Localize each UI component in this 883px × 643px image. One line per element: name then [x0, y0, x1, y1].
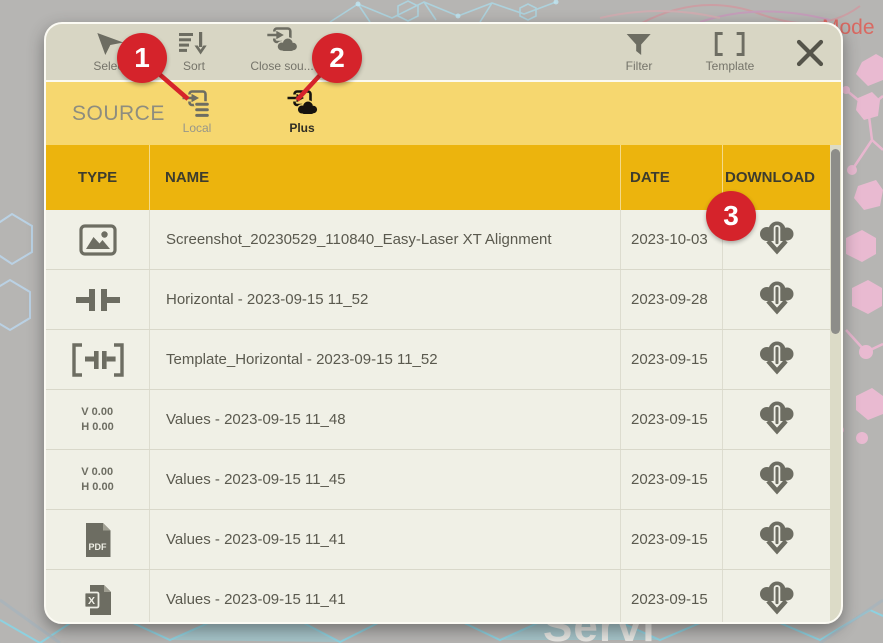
file-date: 2023-09-28 [620, 270, 722, 329]
source-browser-dialog: Select Sort Close sou... Filter Template [44, 22, 843, 624]
pdf-icon: PDF [46, 510, 149, 569]
coupling-icon [46, 270, 149, 329]
sort-label: Sort [183, 59, 205, 73]
file-date: 2023-09-15 [620, 330, 722, 389]
download-button[interactable] [755, 219, 799, 260]
close-dialog-button[interactable] [788, 34, 832, 74]
file-date: 2023-09-15 [620, 510, 722, 569]
table-body: Screenshot_20230529_110840_Easy-Laser XT… [46, 210, 841, 622]
header-download: DOWNLOAD [716, 169, 824, 186]
table-row[interactable]: V 0.00H 0.00 Values - 2023-09-15 11_45 2… [46, 450, 841, 510]
callout-badge-3: 3 [706, 191, 756, 241]
local-label: Local [183, 121, 212, 135]
vertical-scrollbar[interactable] [830, 145, 841, 622]
file-date: 2023-09-15 [620, 390, 722, 449]
table-row[interactable]: V 0.00H 0.00 Values - 2023-09-15 11_48 2… [46, 390, 841, 450]
file-date: 2023-09-15 [620, 570, 722, 622]
close-source-label: Close sou... [250, 59, 313, 73]
close-source-button[interactable]: Close sou... [250, 29, 313, 73]
screen: Servi Mode Select Sort Close sou... Filt… [0, 0, 883, 643]
template-coupling-icon [46, 330, 149, 389]
header-type: TYPE [46, 145, 149, 210]
download-button[interactable] [755, 579, 799, 620]
close-icon [796, 39, 824, 70]
excel-icon: X [46, 570, 149, 622]
values-icon: V 0.00H 0.00 [46, 450, 149, 509]
source-local-button[interactable]: Local [181, 89, 214, 135]
table-row[interactable]: PDF Values - 2023-09-15 11_41 2023-09-15 [46, 510, 841, 570]
svg-text:PDF: PDF [88, 542, 107, 552]
callout-badge-1: 1 [117, 33, 167, 83]
download-cloud-icon [757, 281, 797, 318]
values-h-line: H 0.00 [81, 480, 113, 494]
header-name: NAME [165, 145, 209, 210]
download-button[interactable] [755, 279, 799, 320]
file-name: Values - 2023-09-15 11_45 [149, 450, 620, 509]
values-icon: V 0.00H 0.00 [46, 390, 149, 449]
template-label: Template [706, 59, 755, 73]
download-cloud-icon [757, 521, 797, 558]
table-row[interactable]: Horizontal - 2023-09-15 11_52 2023-09-28 [46, 270, 841, 330]
file-name: Template_Horizontal - 2023-09-15 11_52 [149, 330, 620, 389]
source-row: SOURCE Local Plus [46, 82, 841, 145]
close-source-cloud-icon [266, 29, 299, 56]
source-plus-button[interactable]: Plus [286, 89, 319, 135]
download-cloud-icon [757, 221, 797, 258]
values-v-line: V 0.00 [81, 405, 113, 419]
values-v-line: V 0.00 [81, 465, 113, 479]
download-cloud-icon [757, 341, 797, 378]
file-date: 2023-09-15 [620, 450, 722, 509]
plus-cloud-icon [286, 89, 319, 119]
plus-label: Plus [289, 121, 314, 135]
local-database-icon [181, 89, 214, 119]
file-name: Values - 2023-09-15 11_41 [149, 570, 620, 622]
sort-icon [179, 29, 209, 56]
download-button[interactable] [755, 519, 799, 560]
template-brackets-icon [715, 29, 745, 56]
filter-button[interactable]: Filter [626, 29, 653, 73]
download-cloud-icon [757, 401, 797, 438]
download-button[interactable] [755, 399, 799, 440]
source-section-label: SOURCE [72, 102, 165, 126]
file-name: Values - 2023-09-15 11_48 [149, 390, 620, 449]
values-h-line: H 0.00 [81, 420, 113, 434]
table-row[interactable]: Template_Horizontal - 2023-09-15 11_52 2… [46, 330, 841, 390]
scrollbar-thumb[interactable] [831, 149, 840, 334]
header-separator [620, 145, 621, 210]
table-row[interactable]: X Values - 2023-09-15 11_41 2023-09-15 [46, 570, 841, 622]
header-separator [149, 145, 150, 210]
file-name: Screenshot_20230529_110840_Easy-Laser XT… [149, 210, 620, 269]
callout-badge-2: 2 [312, 33, 362, 83]
file-name: Values - 2023-09-15 11_41 [149, 510, 620, 569]
file-name: Horizontal - 2023-09-15 11_52 [149, 270, 620, 329]
template-button[interactable]: Template [706, 29, 755, 73]
download-button[interactable] [755, 459, 799, 500]
download-cloud-icon [757, 581, 797, 618]
download-button[interactable] [755, 339, 799, 380]
image-icon [46, 210, 149, 269]
download-cloud-icon [757, 461, 797, 498]
filter-funnel-icon [626, 29, 652, 56]
filter-label: Filter [626, 59, 653, 73]
sort-button[interactable]: Sort [179, 29, 209, 73]
svg-text:X: X [87, 595, 94, 607]
